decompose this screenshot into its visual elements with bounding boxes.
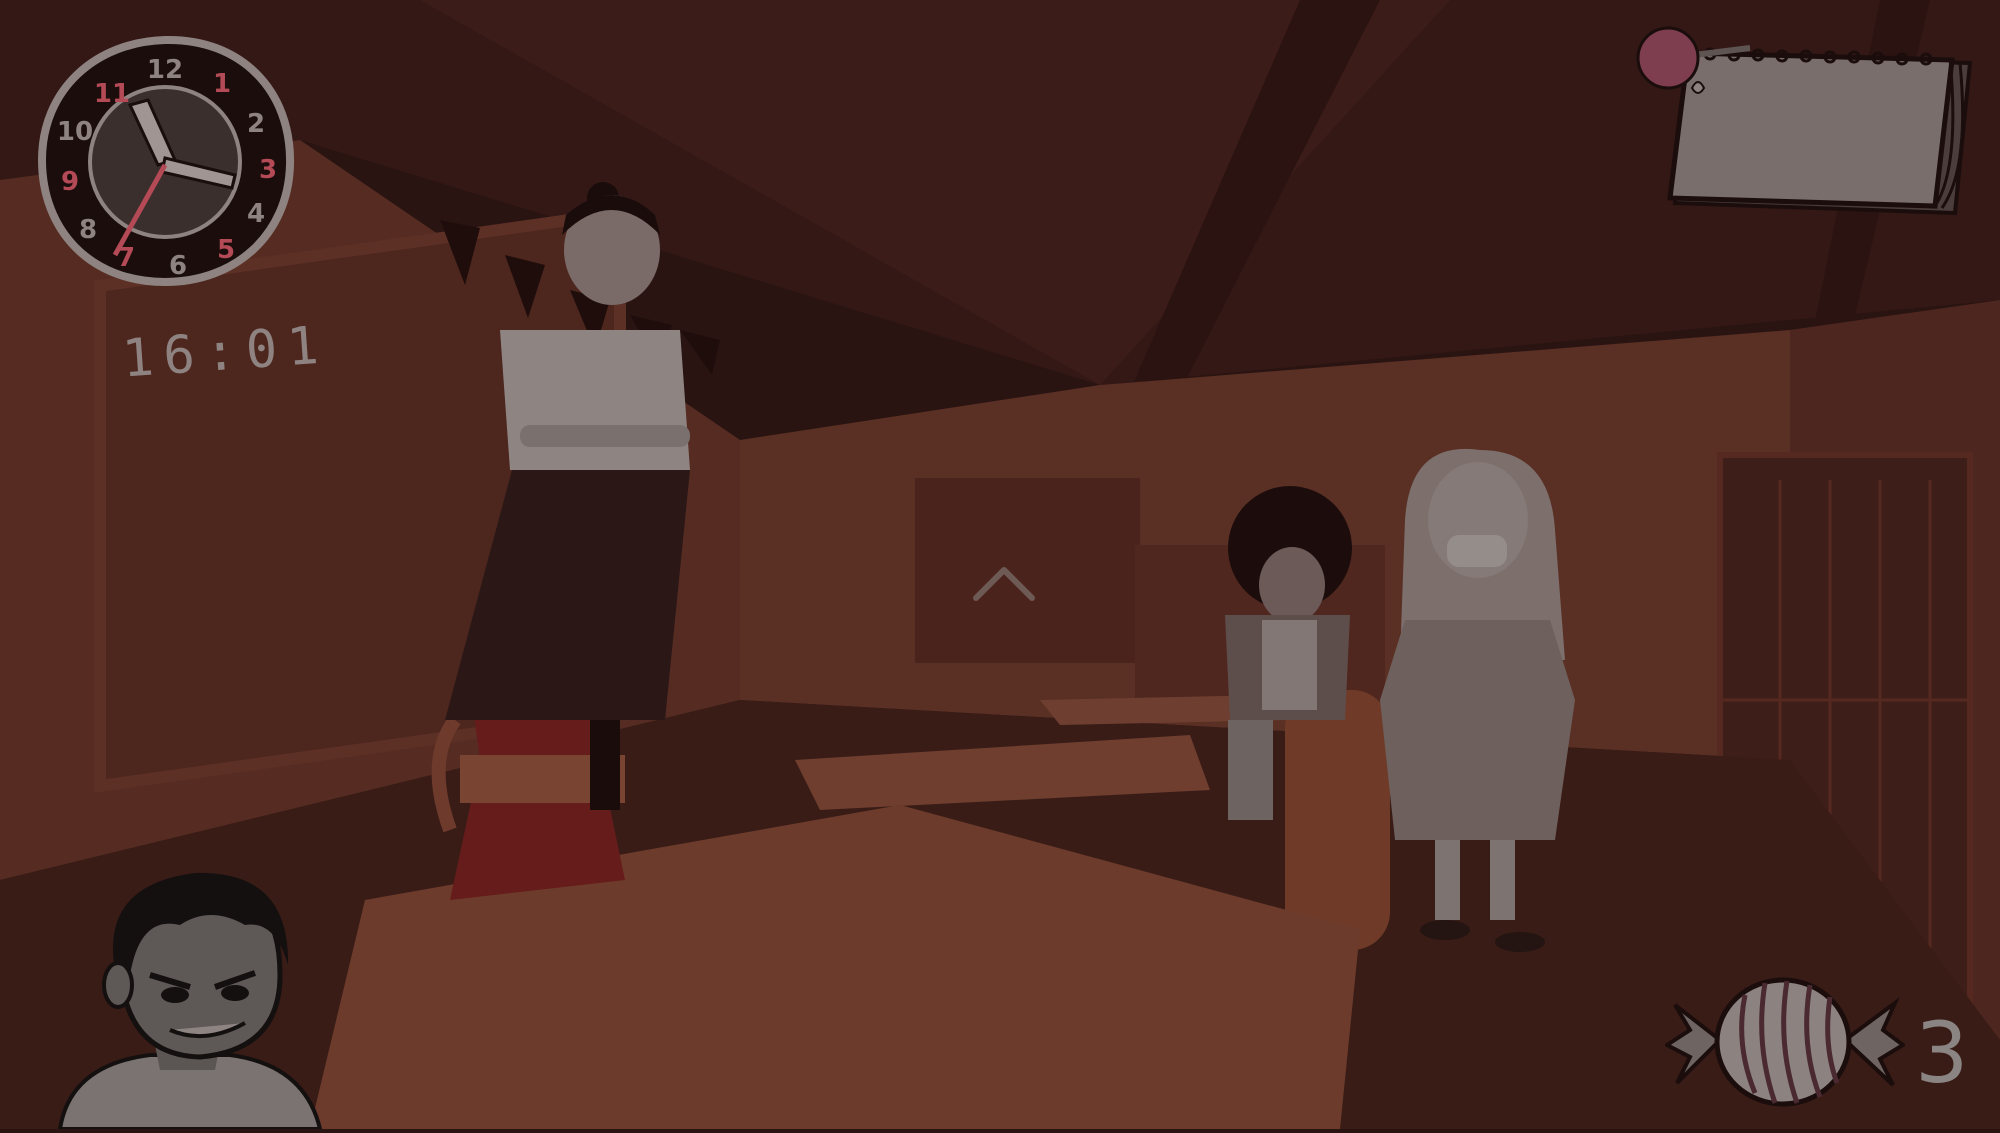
player-portrait[interactable] <box>40 865 340 1131</box>
game-clock: 12 1 2 3 4 5 6 7 8 9 10 11 16:01 <box>30 30 330 390</box>
clock-numeral: 6 <box>169 251 187 281</box>
clock-numeral: 1 <box>213 69 231 99</box>
notebook-button[interactable] <box>1630 18 1975 233</box>
candy-counter <box>1663 975 1907 1110</box>
chevron-up-icon <box>973 567 1035 601</box>
clock-numeral: 3 <box>259 155 277 185</box>
clock-numeral: 9 <box>61 167 79 197</box>
candy-count: 3 <box>1915 1004 1969 1102</box>
player-portrait-icon <box>57 872 323 1131</box>
clock-numeral: 10 <box>57 117 93 147</box>
move-forward-button[interactable] <box>970 560 1038 608</box>
analog-clock-icon: 12 1 2 3 4 5 6 7 8 9 10 11 <box>37 35 295 287</box>
clock-numeral: 8 <box>79 215 97 245</box>
pompom <box>1636 26 1700 90</box>
chair <box>1285 690 1390 950</box>
clock-numeral: 5 <box>217 235 235 265</box>
clock-numeral: 2 <box>247 109 265 139</box>
notepad-icon <box>1636 26 1973 216</box>
clock-numeral: 11 <box>94 79 130 109</box>
clock-numeral: 4 <box>247 199 265 229</box>
clock-numeral: 12 <box>147 55 183 85</box>
candy-icon <box>1663 977 1907 1107</box>
